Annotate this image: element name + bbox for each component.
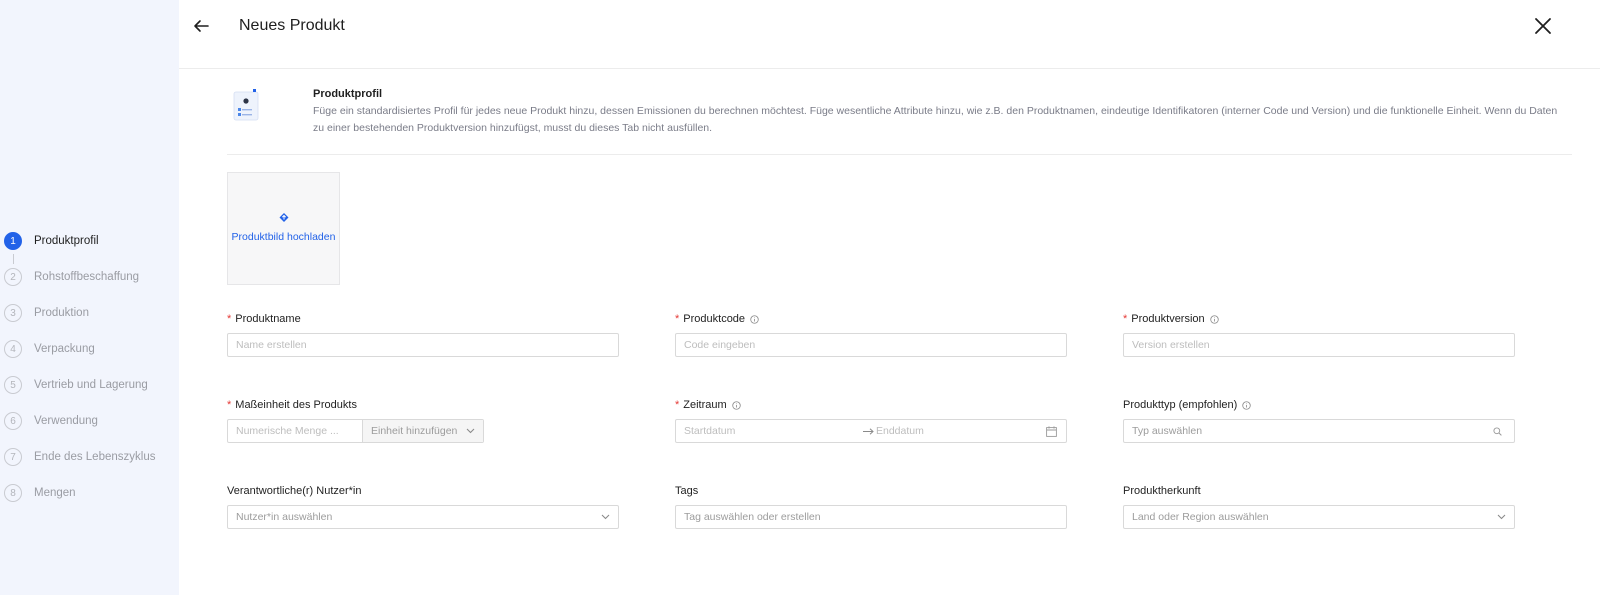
step-label: Vertrieb und Lagerung — [34, 379, 148, 391]
step-number: 4 — [4, 340, 22, 358]
sidebar: 1 Produktprofil 2 Rohstoffbeschaffung 3 … — [0, 0, 179, 595]
info-icon[interactable] — [1209, 314, 1219, 324]
info-icon[interactable] — [1242, 400, 1252, 410]
required-mark: * — [227, 313, 232, 325]
step-number: 8 — [4, 484, 22, 502]
back-arrow-icon[interactable] — [190, 15, 212, 37]
step-ende-des-lebenszyklus[interactable]: 7 Ende des Lebenszyklus — [4, 447, 155, 467]
label-text: Verantwortliche(r) Nutzer*in — [227, 485, 362, 497]
start-date-placeholder[interactable]: Startdatum — [684, 425, 735, 437]
info-icon[interactable] — [750, 314, 759, 324]
product-name-input[interactable]: Name erstellen — [227, 333, 619, 357]
placeholder: Einheit hinzufügen — [371, 425, 458, 437]
step-label: Produktprofil — [34, 235, 99, 247]
tags-select[interactable]: Tag auswählen oder erstellen — [675, 505, 1067, 529]
period-range-picker[interactable]: Startdatum Enddatum — [675, 419, 1067, 443]
step-label: Verwendung — [34, 415, 98, 427]
period-label: * Zeitraum — [675, 399, 741, 411]
label-text: Maßeinheit des Produkts — [235, 399, 357, 411]
placeholder: Name erstellen — [236, 339, 307, 351]
chevron-down-icon — [1497, 514, 1506, 520]
step-verpackung[interactable]: 4 Verpackung — [4, 339, 95, 359]
search-icon — [1493, 427, 1502, 436]
header: Neues Produkt — [179, 0, 1600, 69]
label-text: Produktversion — [1131, 313, 1205, 325]
origin-label: Produktherkunft — [1123, 485, 1201, 497]
tags-label: Tags — [675, 485, 698, 497]
step-rohstoffbeschaffung[interactable]: 2 Rohstoffbeschaffung — [4, 267, 139, 287]
document-illustration — [233, 89, 259, 121]
unit-input-group: Numerische Menge ... Einheit hinzufügen — [227, 419, 484, 443]
placeholder: Nutzer*in auswählen — [236, 511, 333, 523]
step-number: 3 — [4, 304, 22, 322]
info-icon[interactable] — [732, 400, 741, 410]
calendar-icon — [1046, 426, 1057, 437]
label-text: Produktcode — [683, 313, 746, 325]
step-produktprofil[interactable]: 1 Produktprofil — [4, 231, 99, 251]
product-type-label: Produkttyp (empfohlen) — [1123, 399, 1252, 411]
section-title: Produktprofil — [313, 88, 383, 100]
placeholder: Typ auswählen — [1132, 425, 1203, 437]
step-vertrieb-und-lagerung[interactable]: 5 Vertrieb und Lagerung — [4, 375, 148, 395]
section-description: Füge ein standardisiertes Profil für jed… — [313, 105, 1558, 134]
step-number: 6 — [4, 412, 22, 430]
step-label: Rohstoffbeschaffung — [34, 271, 140, 283]
step-number: 1 — [4, 232, 22, 250]
placeholder: Version erstellen — [1132, 339, 1210, 351]
step-number: 5 — [4, 376, 22, 394]
product-code-label: * Produktcode — [675, 313, 759, 325]
label-text: Tags — [675, 485, 699, 497]
step-number: 7 — [4, 448, 22, 466]
end-date-placeholder[interactable]: Enddatum — [876, 425, 924, 437]
step-connector — [12, 254, 14, 264]
chevron-down-icon — [466, 428, 475, 434]
label-text: Zeitraum — [683, 399, 727, 411]
step-label: Produktion — [34, 307, 89, 319]
label-text: Produkttyp (empfohlen) — [1123, 399, 1238, 411]
required-mark: * — [675, 313, 680, 325]
close-icon[interactable] — [1532, 15, 1554, 37]
step-produktion[interactable]: 3 Produktion — [4, 303, 89, 323]
placeholder: Tag auswählen oder erstellen — [684, 511, 821, 523]
step-number: 2 — [4, 268, 22, 286]
required-mark: * — [227, 399, 232, 411]
step-mengen[interactable]: 8 Mengen — [4, 483, 76, 503]
product-version-label: * Produktversion — [1123, 313, 1219, 325]
page-title: Neues Produkt — [239, 17, 345, 34]
label-text: Produktname — [235, 313, 301, 325]
placeholder: Numerische Menge ... — [236, 425, 339, 437]
arrow-right-icon — [863, 428, 874, 435]
required-mark: * — [1123, 313, 1128, 325]
responsible-user-select[interactable]: Nutzer*in auswählen — [227, 505, 619, 529]
responsible-user-label: Verantwortliche(r) Nutzer*in — [227, 485, 362, 497]
quantity-input[interactable]: Numerische Menge ... — [228, 420, 363, 442]
unit-select[interactable]: Einheit hinzufügen — [363, 420, 483, 442]
upload-label: Produktbild hochladen — [231, 231, 336, 243]
product-code-input[interactable]: Code eingeben — [675, 333, 1067, 357]
step-verwendung[interactable]: 6 Verwendung — [4, 411, 98, 431]
intro-section: Produktprofil Füge ein standardisiertes … — [227, 86, 1572, 155]
step-label: Ende des Lebenszyklus — [34, 451, 156, 463]
unit-label: * Maßeinheit des Produkts — [227, 399, 357, 411]
origin-select[interactable]: Land oder Region auswählen — [1123, 505, 1515, 529]
placeholder: Code eingeben — [684, 339, 756, 351]
product-image-upload[interactable]: Produktbild hochladen — [227, 172, 340, 285]
product-name-label: * Produktname — [227, 313, 301, 325]
chevron-down-icon — [601, 514, 610, 520]
product-type-select[interactable]: Typ auswählen — [1123, 419, 1515, 443]
step-label: Mengen — [34, 487, 76, 499]
product-version-input[interactable]: Version erstellen — [1123, 333, 1515, 357]
required-mark: * — [675, 399, 680, 411]
upload-icon — [279, 213, 289, 222]
placeholder: Land oder Region auswählen — [1132, 511, 1269, 523]
label-text: Produktherkunft — [1123, 485, 1201, 497]
step-label: Verpackung — [34, 343, 95, 355]
